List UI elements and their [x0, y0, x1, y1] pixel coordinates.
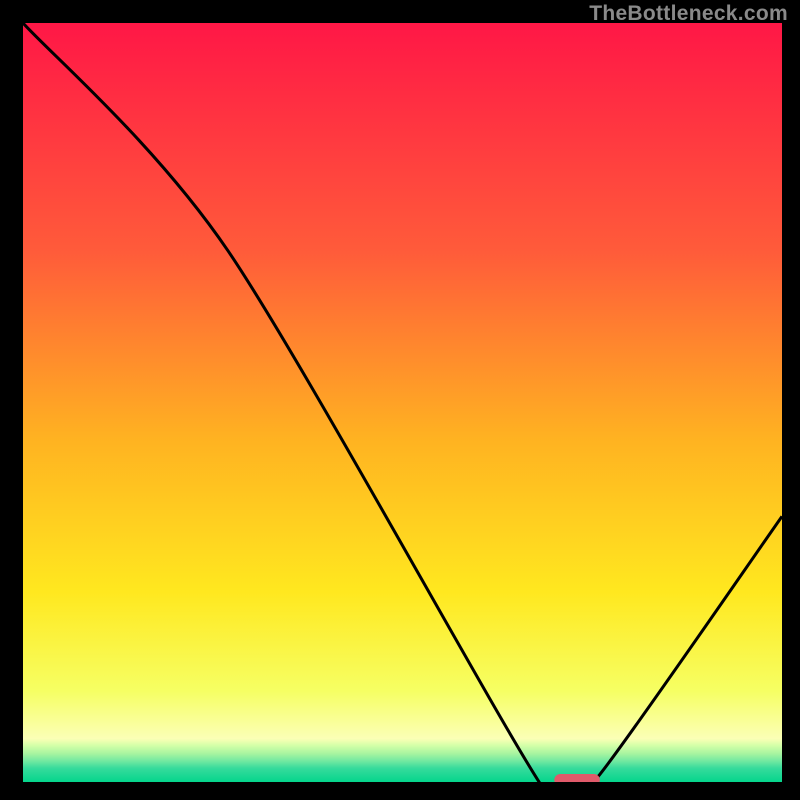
- chart-svg: [23, 23, 782, 782]
- bottleneck-chart: [23, 23, 782, 782]
- optimal-marker: [554, 774, 600, 782]
- chart-frame: TheBottleneck.com: [0, 0, 800, 800]
